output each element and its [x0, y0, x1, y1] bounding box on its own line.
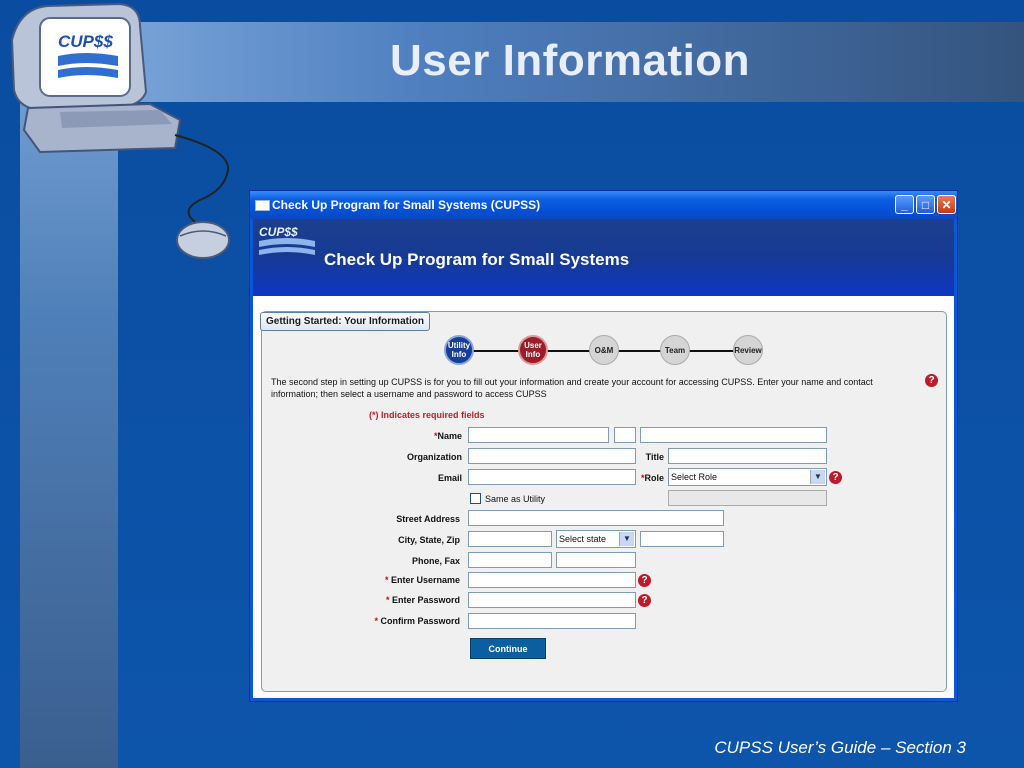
role-other-input: [668, 490, 827, 506]
confirm-password-input[interactable]: [468, 613, 636, 629]
username-label: * Enter Username: [360, 575, 460, 585]
first-name-input[interactable]: [468, 427, 609, 443]
step-user-info[interactable]: User Info: [518, 335, 548, 365]
confirm-password-label-text: Confirm Password: [380, 616, 460, 626]
password-label: * Enter Password: [360, 595, 460, 605]
computer-illustration: CUP$$: [10, 2, 230, 259]
password-help-icon[interactable]: ?: [638, 594, 651, 607]
window-title: Check Up Program for Small Systems (CUPS…: [272, 198, 541, 212]
app-banner: CUP$$ Check Up Program for Small Systems: [253, 219, 954, 296]
same-as-utility-checkbox[interactable]: [470, 493, 481, 504]
step-review[interactable]: Review: [733, 335, 763, 365]
state-select[interactable]: Select state ▼: [556, 530, 636, 548]
app-icon: [255, 200, 270, 211]
name-label-text: Name: [437, 431, 462, 441]
slide-footer: CUPSS User’s Guide – Section 3: [714, 738, 966, 757]
panel-tab-getting-started[interactable]: Getting Started: Your Information: [260, 312, 430, 331]
minimize-button[interactable]: _: [895, 195, 914, 214]
step-label: User Info: [524, 341, 542, 359]
city-state-zip-label: City, State, Zip: [398, 535, 460, 545]
password-input[interactable]: [468, 592, 636, 608]
required-mark: *: [384, 575, 389, 585]
cupss-logo-text: CUP$$: [58, 32, 113, 51]
info-panel: [261, 311, 947, 692]
cupss-banner-logo: CUP$$: [259, 225, 315, 255]
help-icon[interactable]: ?: [925, 374, 938, 387]
street-address-input[interactable]: [468, 510, 724, 526]
phone-fax-label: Phone, Fax: [411, 556, 460, 566]
organization-label: Organization: [406, 452, 462, 462]
username-input[interactable]: [468, 572, 636, 588]
confirm-password-label: * Confirm Password: [350, 616, 460, 626]
middle-initial-input[interactable]: [614, 427, 636, 443]
required-fields-note: (*) Indicates required fields: [369, 410, 485, 420]
step-label: Utility Info: [447, 341, 471, 359]
role-help-icon[interactable]: ?: [829, 471, 842, 484]
email-label: Email: [437, 473, 462, 483]
city-input[interactable]: [468, 531, 552, 547]
step-label: O&M: [594, 345, 614, 355]
username-label-text: Enter Username: [390, 575, 460, 585]
name-label: *Name: [390, 431, 462, 441]
cupss-window: Check Up Program for Small Systems (CUPS…: [249, 190, 958, 702]
step-team[interactable]: Team: [660, 335, 690, 365]
title-label: Title: [645, 452, 664, 462]
last-name-input[interactable]: [640, 427, 827, 443]
role-label: *Role: [634, 473, 664, 483]
chevron-down-icon[interactable]: ▼: [810, 470, 825, 484]
window-titlebar[interactable]: Check Up Program for Small Systems (CUPS…: [250, 191, 957, 219]
intro-text: The second step in setting up CUPSS is f…: [271, 377, 873, 399]
password-label-text: Enter Password: [391, 595, 460, 605]
slide-title: User Information: [390, 36, 751, 85]
role-select[interactable]: Select Role ▼: [668, 468, 827, 486]
banner-title: Check Up Program for Small Systems: [324, 250, 630, 269]
zip-input[interactable]: [640, 531, 724, 547]
required-mark: *: [374, 616, 378, 626]
role-label-text: Role: [644, 473, 664, 483]
same-as-utility-label: Same as Utility: [485, 494, 546, 504]
state-select-value: Select state: [559, 534, 607, 544]
street-address-label: Street Address: [396, 514, 460, 524]
banner-logo-text: CUP$$: [259, 225, 298, 239]
step-label: Review: [734, 345, 762, 355]
phone-input[interactable]: [468, 552, 552, 568]
close-button[interactable]: ✕: [937, 195, 956, 214]
step-label: Team: [664, 345, 686, 355]
role-select-value: Select Role: [671, 472, 718, 482]
title-input[interactable]: [668, 448, 827, 464]
chevron-down-icon[interactable]: ▼: [619, 532, 634, 546]
step-om[interactable]: O&M: [589, 335, 619, 365]
continue-button[interactable]: Continue: [470, 638, 546, 659]
required-mark: *: [385, 595, 390, 605]
email-input[interactable]: [468, 469, 636, 485]
fax-input[interactable]: [556, 552, 636, 568]
username-help-icon[interactable]: ?: [638, 574, 651, 587]
organization-input[interactable]: [468, 448, 636, 464]
maximize-button[interactable]: □: [916, 195, 935, 214]
step-utility-info[interactable]: Utility Info: [444, 335, 474, 365]
